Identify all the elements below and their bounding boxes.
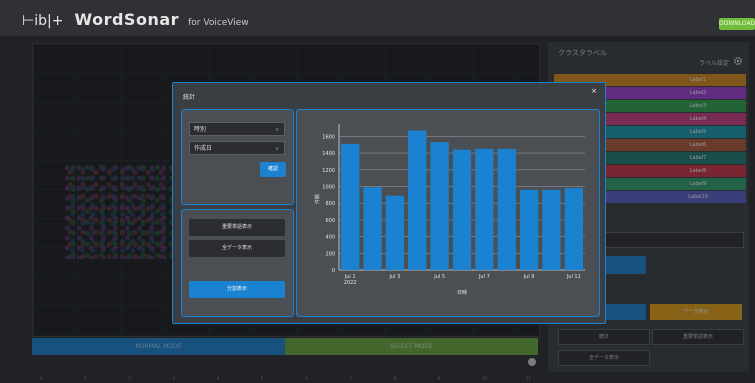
chevron-down-icon: ∨	[275, 146, 279, 152]
y-tick-label: 400	[325, 235, 335, 241]
chart-bar	[341, 143, 360, 270]
brand-mark: ⊢ib|+	[22, 13, 64, 29]
y-tick-label: 0	[332, 268, 335, 274]
x-axis-title: 日時	[457, 290, 467, 296]
chevron-down-icon: ∨	[275, 127, 279, 133]
app-name: WordSonar	[74, 10, 180, 29]
close-icon[interactable]: ×	[591, 87, 597, 95]
x-tick-label: Jul 3	[389, 274, 401, 280]
bar-chart: 02004006008001000120014001600Jul 12022Ju…	[314, 124, 585, 296]
y-tick-label: 200	[325, 251, 335, 257]
display-options-panel: 重要単語表示 全データ表示 分割表示	[181, 209, 294, 317]
download-button[interactable]: DOWNLOAD	[719, 18, 755, 30]
top-bar: ⊢ib|+ WordSonar for VoiceView DOWNLOAD	[0, 0, 755, 36]
y-tick-label: 800	[325, 201, 335, 207]
chart-bar	[385, 195, 405, 270]
x-tick-label: Jul 7	[478, 274, 490, 280]
split-display-button[interactable]: 分割表示	[189, 281, 285, 298]
y-tick-label: 1400	[322, 151, 335, 157]
all-data-button[interactable]: 全データ表示	[189, 240, 285, 257]
granularity-select[interactable]: 時別 ∨	[189, 122, 285, 136]
app-logo: ⊢ib|+ WordSonar for VoiceView	[22, 10, 249, 29]
chart-bar	[430, 142, 449, 270]
x-tick-label: Jul 5	[433, 274, 445, 280]
chart-bar	[363, 187, 382, 270]
important-words-button[interactable]: 重要単語表示	[189, 219, 285, 236]
y-tick-label: 600	[325, 218, 335, 224]
y-axis-title: 件数	[314, 194, 321, 204]
chart-bar	[452, 149, 472, 270]
filter-panel: 時別 ∨ 作成日 ∨ 確認	[181, 109, 294, 205]
chart-bar	[519, 189, 539, 270]
granularity-value: 時別	[194, 126, 207, 133]
chart-panel: 0 200 400 600 800 1000 1200 1400 1600 Jul 1 2022 Ju…	[296, 109, 600, 317]
date-field-value: 作成日	[194, 145, 213, 152]
y-tick-label: 1200	[322, 168, 335, 174]
x-tick-label: 2022	[344, 280, 357, 286]
date-field-select[interactable]: 作成日 ∨	[189, 141, 285, 155]
app-subtitle: for VoiceView	[188, 18, 249, 28]
x-tick-label: Jul 11	[566, 274, 581, 280]
stats-modal: 統計 × 時別 ∨ 作成日 ∨ 確認 重要単語表示 全データ表示 分割表示 0 2…	[172, 82, 606, 324]
confirm-button[interactable]: 確認	[260, 162, 286, 177]
chart-bar	[542, 189, 561, 270]
y-tick-label: 1000	[322, 184, 335, 190]
chart-bar	[408, 130, 427, 270]
chart-bar	[475, 148, 494, 270]
modal-title: 統計	[183, 94, 196, 101]
chart-bar	[564, 188, 583, 270]
chart-bar	[497, 148, 516, 270]
y-tick-label: 1600	[322, 134, 335, 140]
x-tick-label: Jul 9	[523, 274, 535, 280]
